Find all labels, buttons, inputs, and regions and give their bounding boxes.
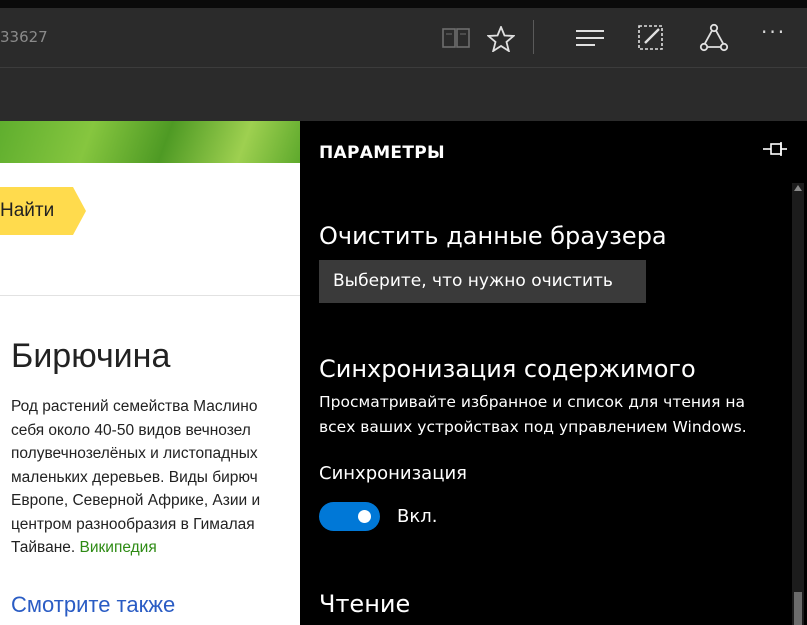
find-button-label: Найти: [0, 200, 55, 221]
sync-description-line: Просматривайте избранное и список для чт…: [319, 393, 745, 411]
sync-heading: Синхронизация содержимого: [319, 355, 696, 383]
sync-toggle-state: Вкл.: [397, 506, 438, 527]
web-page: Найти Бирючина Род растений семейства Ма…: [0, 121, 300, 625]
see-also-link[interactable]: Смотрите также: [11, 592, 175, 618]
sync-description-line: всех ваших устройствах под управлением W…: [319, 418, 747, 436]
sync-description: Просматривайте избранное и список для чт…: [319, 390, 747, 440]
description-line: Европе, Северной Африке, Азии и: [11, 492, 261, 509]
reading-view-icon[interactable]: [442, 28, 470, 51]
hub-icon[interactable]: [575, 28, 605, 51]
description-line: себя около 40-50 видов вечнозел: [11, 421, 251, 439]
clear-data-heading: Очистить данные браузера: [319, 222, 667, 250]
pin-icon[interactable]: [762, 141, 788, 161]
address-url-text[interactable]: 33627: [0, 28, 48, 46]
sync-label: Синхронизация: [319, 463, 467, 484]
article-description: Род растений семейства Маслино себя окол…: [11, 395, 300, 560]
web-note-icon[interactable]: [637, 23, 665, 54]
description-line: Тайване. Википедия: [11, 536, 300, 560]
panel-scrollbar[interactable]: [792, 183, 804, 625]
settings-panel: ПАРАМЕТРЫ Очистить данные браузера Выбер…: [300, 121, 807, 625]
more-icon[interactable]: ···: [761, 22, 786, 42]
favorites-bar: [0, 68, 807, 121]
reading-heading: Чтение: [319, 590, 411, 618]
scrollbar-thumb[interactable]: [794, 592, 802, 625]
description-line: полувечнозелёных и листопадных: [11, 445, 258, 462]
settings-title: ПАРАМЕТРЫ: [319, 143, 445, 163]
share-icon[interactable]: [699, 23, 729, 56]
sync-toggle[interactable]: [319, 502, 380, 531]
divider: [0, 295, 300, 296]
find-button[interactable]: Найти: [0, 187, 86, 235]
search-banner: [0, 121, 300, 163]
description-line: маленьких деревьев. Виды бирюч: [11, 468, 258, 486]
wikipedia-link[interactable]: Википедия: [80, 539, 157, 556]
description-line-text: Тайване.: [11, 539, 80, 556]
description-line: центром разнообразия в Гималая: [11, 515, 255, 533]
favorite-star-icon[interactable]: [486, 24, 516, 55]
description-line: Род растений семейства Маслино: [11, 398, 258, 415]
toolbar-separator: [533, 20, 534, 54]
article-title: Бирючина: [11, 337, 171, 375]
choose-what-to-clear-button[interactable]: Выберите, что нужно очистить: [319, 260, 646, 303]
toggle-knob: [358, 510, 371, 523]
scroll-up-arrow-icon[interactable]: [794, 185, 802, 191]
address-bar: 33627 ···: [0, 8, 807, 68]
title-strip: [0, 0, 807, 8]
